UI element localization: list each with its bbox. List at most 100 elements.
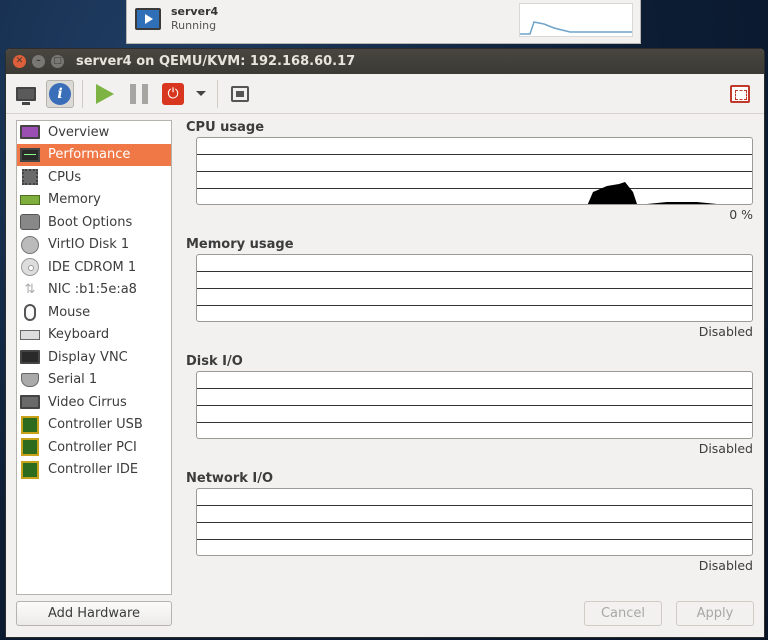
serial-icon: [19, 371, 41, 389]
window-title: server4 on QEMU/KVM: 192.168.60.17: [76, 54, 356, 69]
network-io-section: Network I/O Disabled: [186, 471, 756, 588]
dropdown-icon: [196, 91, 206, 96]
performance-icon: [19, 146, 41, 164]
title-bar: ✕ – □ server4 on QEMU/KVM: 192.168.60.17: [6, 49, 764, 74]
sidebar-item-label: Mouse: [48, 304, 91, 320]
sidebar-item-controller-ide[interactable]: Controller IDE: [17, 459, 171, 482]
sidebar-item-boot-options[interactable]: Boot Options: [17, 211, 171, 234]
network-io-value: Disabled: [698, 558, 753, 573]
memory-usage-value: Disabled: [698, 324, 753, 339]
sidebar-item-virtio-disk[interactable]: VirtIO Disk 1: [17, 234, 171, 257]
sidebar-item-label: Performance: [48, 147, 131, 163]
controller-icon: [19, 460, 41, 479]
cpu-icon: [19, 168, 41, 186]
sidebar-item-label: VirtIO Disk 1: [48, 237, 130, 253]
performance-panel: CPU usage 0 % Memory usage Disabled Disk…: [186, 120, 756, 588]
toolbar-separator: [82, 79, 83, 108]
disk-io-section: Disk I/O Disabled: [186, 354, 756, 471]
background-vm-window[interactable]: server4 Running: [126, 0, 641, 44]
cpu-usage-title: CPU usage: [186, 120, 265, 135]
controller-icon: [19, 415, 41, 434]
toolbar-separator: [217, 79, 218, 108]
vm-name: server4: [171, 5, 219, 18]
memory-usage-title: Memory usage: [186, 237, 294, 252]
sidebar-item-performance[interactable]: Performance: [17, 143, 171, 166]
sidebar-item-keyboard[interactable]: Keyboard: [17, 324, 171, 347]
sidebar-item-overview[interactable]: Overview: [17, 121, 171, 144]
sidebar-item-label: Memory: [48, 192, 101, 208]
minimize-window-button[interactable]: –: [32, 55, 45, 68]
run-button[interactable]: [91, 80, 119, 108]
sidebar-item-label: Keyboard: [48, 327, 110, 343]
play-icon: [96, 83, 114, 104]
snapshot-icon: [231, 85, 249, 102]
show-console-button[interactable]: [12, 80, 40, 108]
sidebar-item-cpus[interactable]: CPUs: [17, 166, 171, 189]
cpu-sparkline: [519, 3, 633, 37]
keyboard-icon: [19, 326, 41, 344]
sidebar-item-label: Controller IDE: [48, 462, 139, 478]
toolbar: i ⏻: [6, 74, 764, 114]
sidebar-item-ide-cdrom[interactable]: IDE CDROM 1: [17, 256, 171, 279]
sidebar-item-label: Controller USB: [48, 417, 143, 433]
vm-status: Running: [171, 19, 217, 32]
monitor-icon: [16, 86, 36, 105]
overview-icon: [19, 123, 41, 141]
network-io-graph: [196, 488, 753, 556]
snapshots-button[interactable]: [226, 80, 254, 108]
sidebar-item-label: CPUs: [48, 169, 82, 185]
sidebar-item-nic[interactable]: ⇅ NIC :b1:5e:a8: [17, 279, 171, 302]
memory-usage-section: Memory usage Disabled: [186, 237, 756, 354]
info-icon: i: [49, 82, 71, 105]
add-hardware-button[interactable]: Add Hardware: [16, 601, 172, 626]
sidebar-item-controller-pci[interactable]: Controller PCI: [17, 436, 171, 459]
shutdown-button[interactable]: ⏻: [159, 80, 187, 108]
network-io-title: Network I/O: [186, 471, 274, 486]
boot-icon: [19, 213, 41, 231]
hardware-list: Overview Performance CPUs Memory Boot Op…: [16, 120, 172, 595]
show-details-button[interactable]: i: [46, 79, 74, 108]
sidebar-item-mouse[interactable]: Mouse: [17, 301, 171, 324]
sidebar-item-video-cirrus[interactable]: Video Cirrus: [17, 391, 171, 414]
sidebar-item-serial[interactable]: Serial 1: [17, 369, 171, 392]
vm-running-icon: [135, 8, 161, 30]
cpu-usage-section: CPU usage 0 %: [186, 120, 756, 237]
sidebar-item-label: IDE CDROM 1: [48, 259, 137, 275]
close-window-button[interactable]: ✕: [13, 55, 26, 68]
sidebar-item-label: NIC :b1:5e:a8: [48, 282, 137, 298]
cancel-button[interactable]: Cancel: [584, 601, 662, 626]
apply-button[interactable]: Apply: [676, 601, 754, 626]
cpu-usage-plot: [587, 182, 752, 204]
cpu-usage-graph: [196, 137, 753, 205]
pause-icon: [130, 83, 148, 104]
fullscreen-icon: [730, 85, 750, 103]
disk-io-graph: [196, 371, 753, 439]
disk-io-value: Disabled: [698, 441, 753, 456]
sidebar-item-label: Video Cirrus: [48, 394, 127, 410]
cdrom-icon: [19, 258, 41, 277]
sidebar-item-label: Boot Options: [48, 214, 133, 230]
sidebar-item-memory[interactable]: Memory: [17, 189, 171, 212]
sidebar-item-label: Display VNC: [48, 349, 128, 365]
cpu-usage-value: 0 %: [729, 207, 753, 222]
pause-button[interactable]: [125, 80, 153, 108]
video-icon: [19, 393, 41, 411]
sidebar-item-controller-usb[interactable]: Controller USB: [17, 414, 171, 437]
memory-usage-graph: [196, 254, 753, 322]
sidebar-item-label: Overview: [48, 124, 110, 140]
nic-icon: ⇅: [24, 282, 36, 298]
display-icon: [19, 348, 41, 366]
mouse-icon: [19, 303, 41, 321]
fullscreen-button[interactable]: [726, 80, 754, 108]
power-icon: ⏻: [162, 82, 184, 105]
shutdown-dropdown-button[interactable]: [193, 80, 209, 108]
sparkline-graph: [520, 21, 632, 35]
maximize-window-button[interactable]: □: [51, 55, 64, 68]
disk-io-title: Disk I/O: [186, 354, 243, 369]
memory-icon: [19, 191, 41, 209]
vm-details-window: ✕ – □ server4 on QEMU/KVM: 192.168.60.17…: [5, 48, 765, 638]
controller-icon: [19, 438, 41, 457]
sidebar-item-display-vnc[interactable]: Display VNC: [17, 346, 171, 369]
disk-icon: [19, 235, 41, 254]
sidebar-item-label: Serial 1: [48, 372, 98, 388]
